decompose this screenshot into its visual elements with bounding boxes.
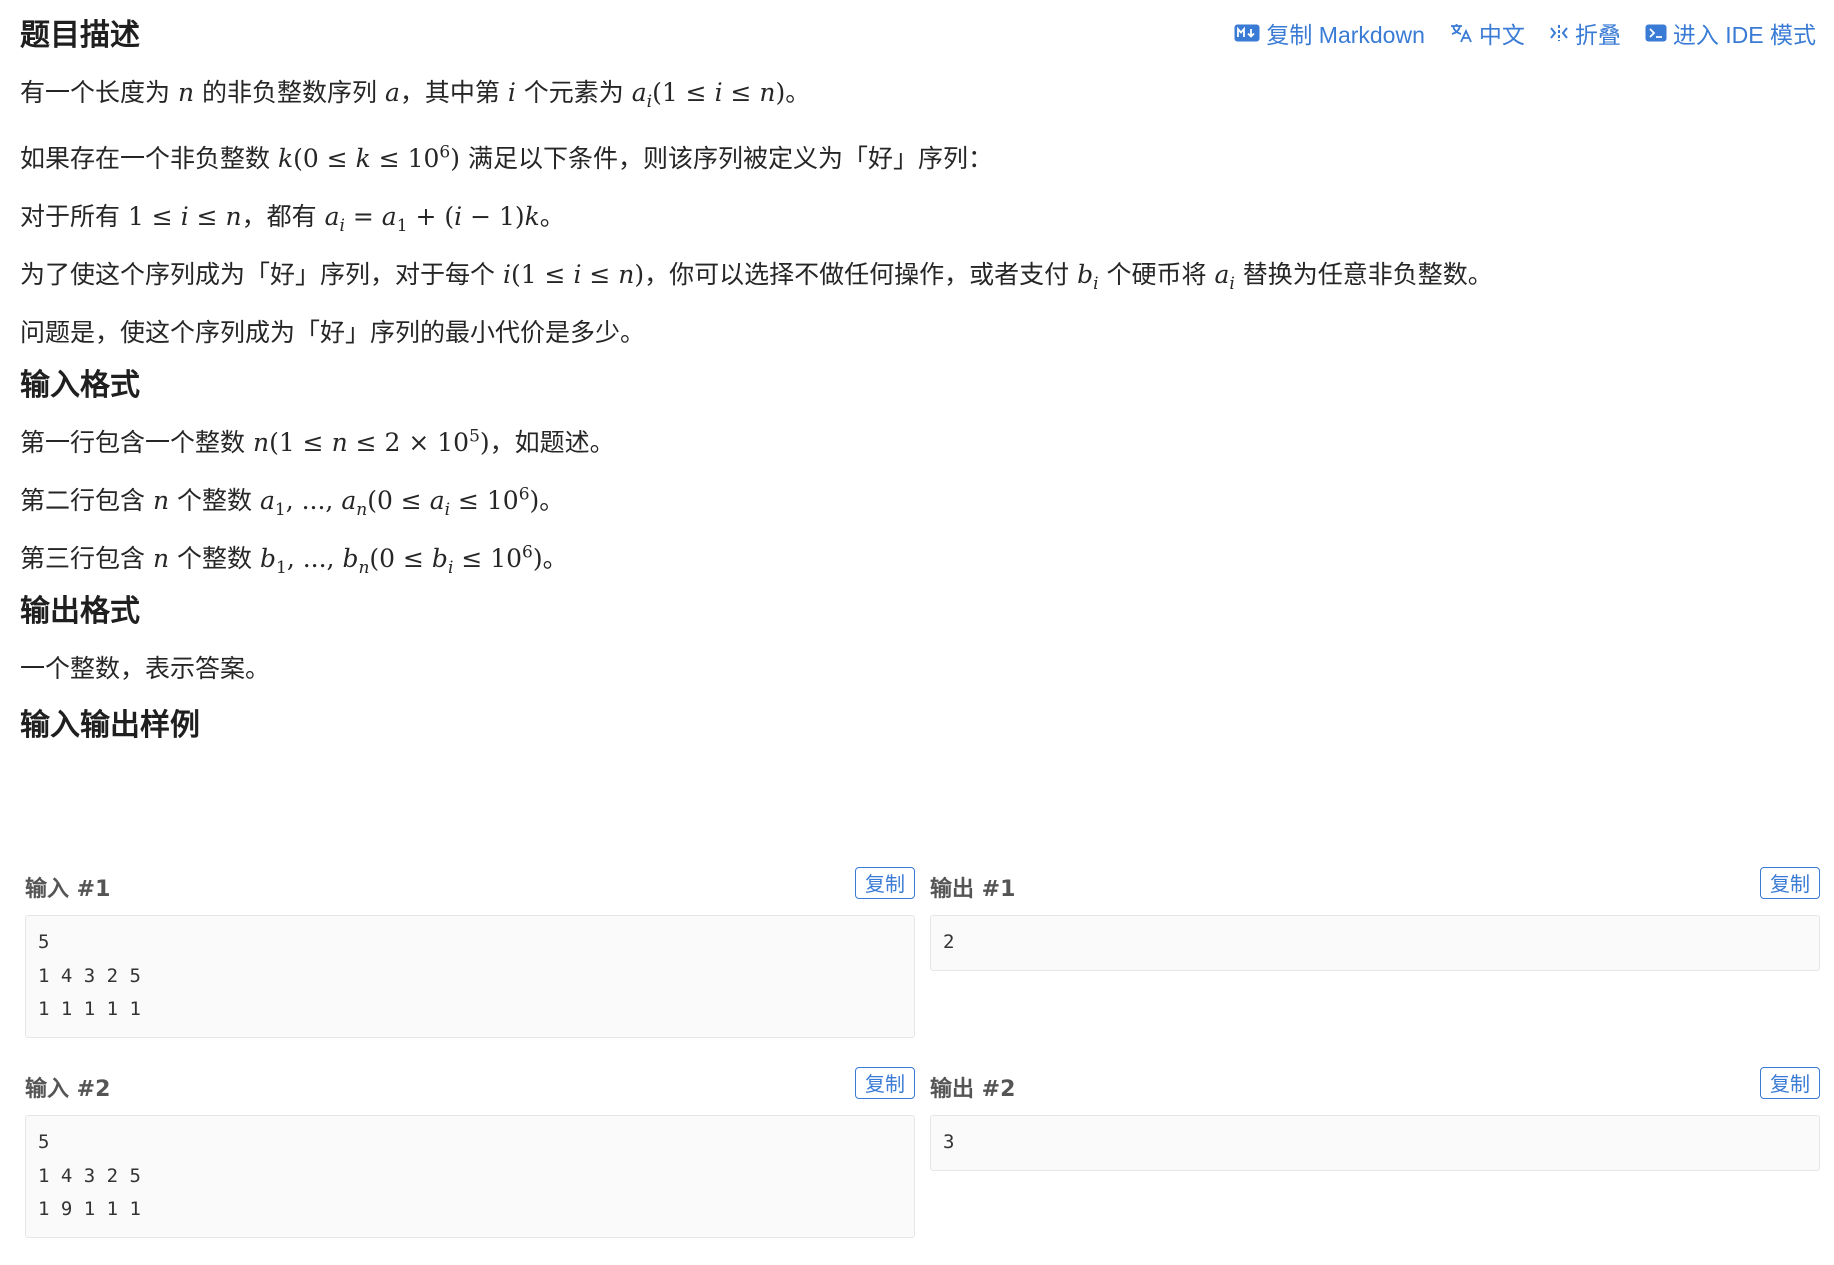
- sample-output-header: 输出 #2 复制: [930, 1065, 1820, 1109]
- description-paragraph-5: 问题是，使这个序列成为「好」序列的最小代价是多少。: [20, 318, 646, 347]
- input-format-line-3: 第三行包含 n 个整数 b1, ..., bn(0 ≤ bi ≤ 106)。: [20, 542, 568, 578]
- sample-input-code: 5 1 4 3 2 5 1 1 1 1 1: [25, 915, 915, 1038]
- sample-output-title: 输出 #2: [930, 1077, 1016, 1102]
- sample-row: 输入 #1 复制 5 1 4 3 2 5 1 1 1 1 1 输出 #1 复制 …: [25, 865, 1825, 1065]
- input-format-line-2: 第二行包含 n 个整数 a1, ..., an(0 ≤ ai ≤ 106)。: [20, 484, 565, 520]
- description-heading: 题目描述: [20, 18, 140, 53]
- sample-output-block: 输出 #1 复制 2: [930, 865, 1820, 971]
- sample-input-block: 输入 #2 复制 5 1 4 3 2 5 1 9 1 1 1: [25, 1065, 915, 1238]
- sample-output-header: 输出 #1 复制: [930, 865, 1820, 909]
- copy-output-button[interactable]: 复制: [1760, 867, 1820, 899]
- samples-section: 输入 #1 复制 5 1 4 3 2 5 1 1 1 1 1 输出 #1 复制 …: [25, 865, 1825, 1265]
- input-format-heading: 输入格式: [20, 368, 140, 403]
- problem-content: 题目描述 有一个长度为 n 的非负整数序列 a，其中第 i 个元素为 ai(1 …: [20, 14, 1810, 748]
- sample-input-header: 输入 #2 复制: [25, 1065, 915, 1109]
- sample-input-title: 输入 #1: [25, 877, 111, 902]
- sample-output-code: 2: [930, 915, 1820, 971]
- sample-input-code: 5 1 4 3 2 5 1 9 1 1 1: [25, 1115, 915, 1238]
- description-paragraph-3: 对于所有 1 ≤ i ≤ n，都有 ai = a1 + (i − 1)k。: [20, 202, 565, 236]
- description-paragraph-2: 如果存在一个非负整数 k(0 ≤ k ≤ 106) 满足以下条件，则该序列被定义…: [20, 142, 993, 173]
- sample-input-block: 输入 #1 复制 5 1 4 3 2 5 1 1 1 1 1: [25, 865, 915, 1038]
- sample-input-header: 输入 #1 复制: [25, 865, 915, 909]
- sample-output-title: 输出 #1: [930, 877, 1016, 902]
- output-format-heading: 输出格式: [20, 594, 140, 629]
- sample-output-code: 3: [930, 1115, 1820, 1171]
- copy-input-button[interactable]: 复制: [855, 867, 915, 899]
- samples-heading: 输入输出样例: [20, 708, 200, 743]
- description-paragraph-4: 为了使这个序列成为「好」序列，对于每个 i(1 ≤ i ≤ n)，你可以选择不做…: [20, 260, 1493, 294]
- problem-page: 复制 Markdown 中文 折叠 进入 IDE 模式 题目描述 有一个长度为 …: [0, 0, 1834, 1238]
- input-format-line-1: 第一行包含一个整数 n(1 ≤ n ≤ 2 × 105)，如题述。: [20, 426, 615, 457]
- output-format-text: 一个整数，表示答案。: [20, 654, 271, 683]
- copy-output-button[interactable]: 复制: [1760, 1067, 1820, 1099]
- description-paragraph-1: 有一个长度为 n 的非负整数序列 a，其中第 i 个元素为 ai(1 ≤ i ≤…: [20, 78, 811, 112]
- copy-input-button[interactable]: 复制: [855, 1067, 915, 1099]
- sample-row: 输入 #2 复制 5 1 4 3 2 5 1 9 1 1 1 输出 #2 复制 …: [25, 1065, 1825, 1265]
- sample-output-block: 输出 #2 复制 3: [930, 1065, 1820, 1171]
- sample-input-title: 输入 #2: [25, 1077, 111, 1102]
